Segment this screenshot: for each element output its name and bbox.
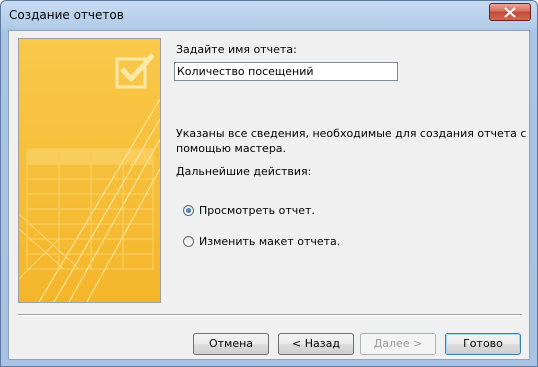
cancel-button[interactable]: Отмена xyxy=(193,333,269,355)
radio-option-preview[interactable]: Просмотреть отчет. xyxy=(183,202,315,218)
window-title: Создание отчетов xyxy=(9,8,124,22)
separator xyxy=(18,314,522,316)
radio-button[interactable] xyxy=(183,235,194,247)
radio-label-preview: Просмотреть отчет. xyxy=(199,203,315,217)
title-bar[interactable]: Создание отчетов xyxy=(1,1,537,31)
finish-button[interactable]: Готово xyxy=(445,333,521,355)
close-button[interactable] xyxy=(489,3,531,21)
info-text-line1: Указаны все сведения, необходимые для со… xyxy=(176,127,527,140)
back-button[interactable]: < Назад xyxy=(278,333,354,355)
radio-option-modify-design[interactable]: Изменить макет отчета. xyxy=(183,233,340,249)
radio-label-modify-design: Изменить макет отчета. xyxy=(199,234,341,248)
next-actions-label: Дальнейшие действия: xyxy=(176,165,312,178)
report-name-label: Задайте имя отчета: xyxy=(176,43,297,56)
close-icon xyxy=(504,7,516,18)
next-button[interactable]: Далее > xyxy=(360,333,436,355)
report-wizard-illustration xyxy=(19,39,160,302)
wizard-window: Создание отчетов Задайте имя отчета: Кол… xyxy=(0,0,538,367)
wizard-body: Задайте имя отчета: Указаны все сведения… xyxy=(8,30,530,360)
wizard-banner-image xyxy=(18,38,161,303)
radio-button-checked[interactable] xyxy=(183,204,194,216)
info-text-line2: помощью мастера. xyxy=(176,142,287,155)
report-name-input[interactable] xyxy=(174,62,398,81)
